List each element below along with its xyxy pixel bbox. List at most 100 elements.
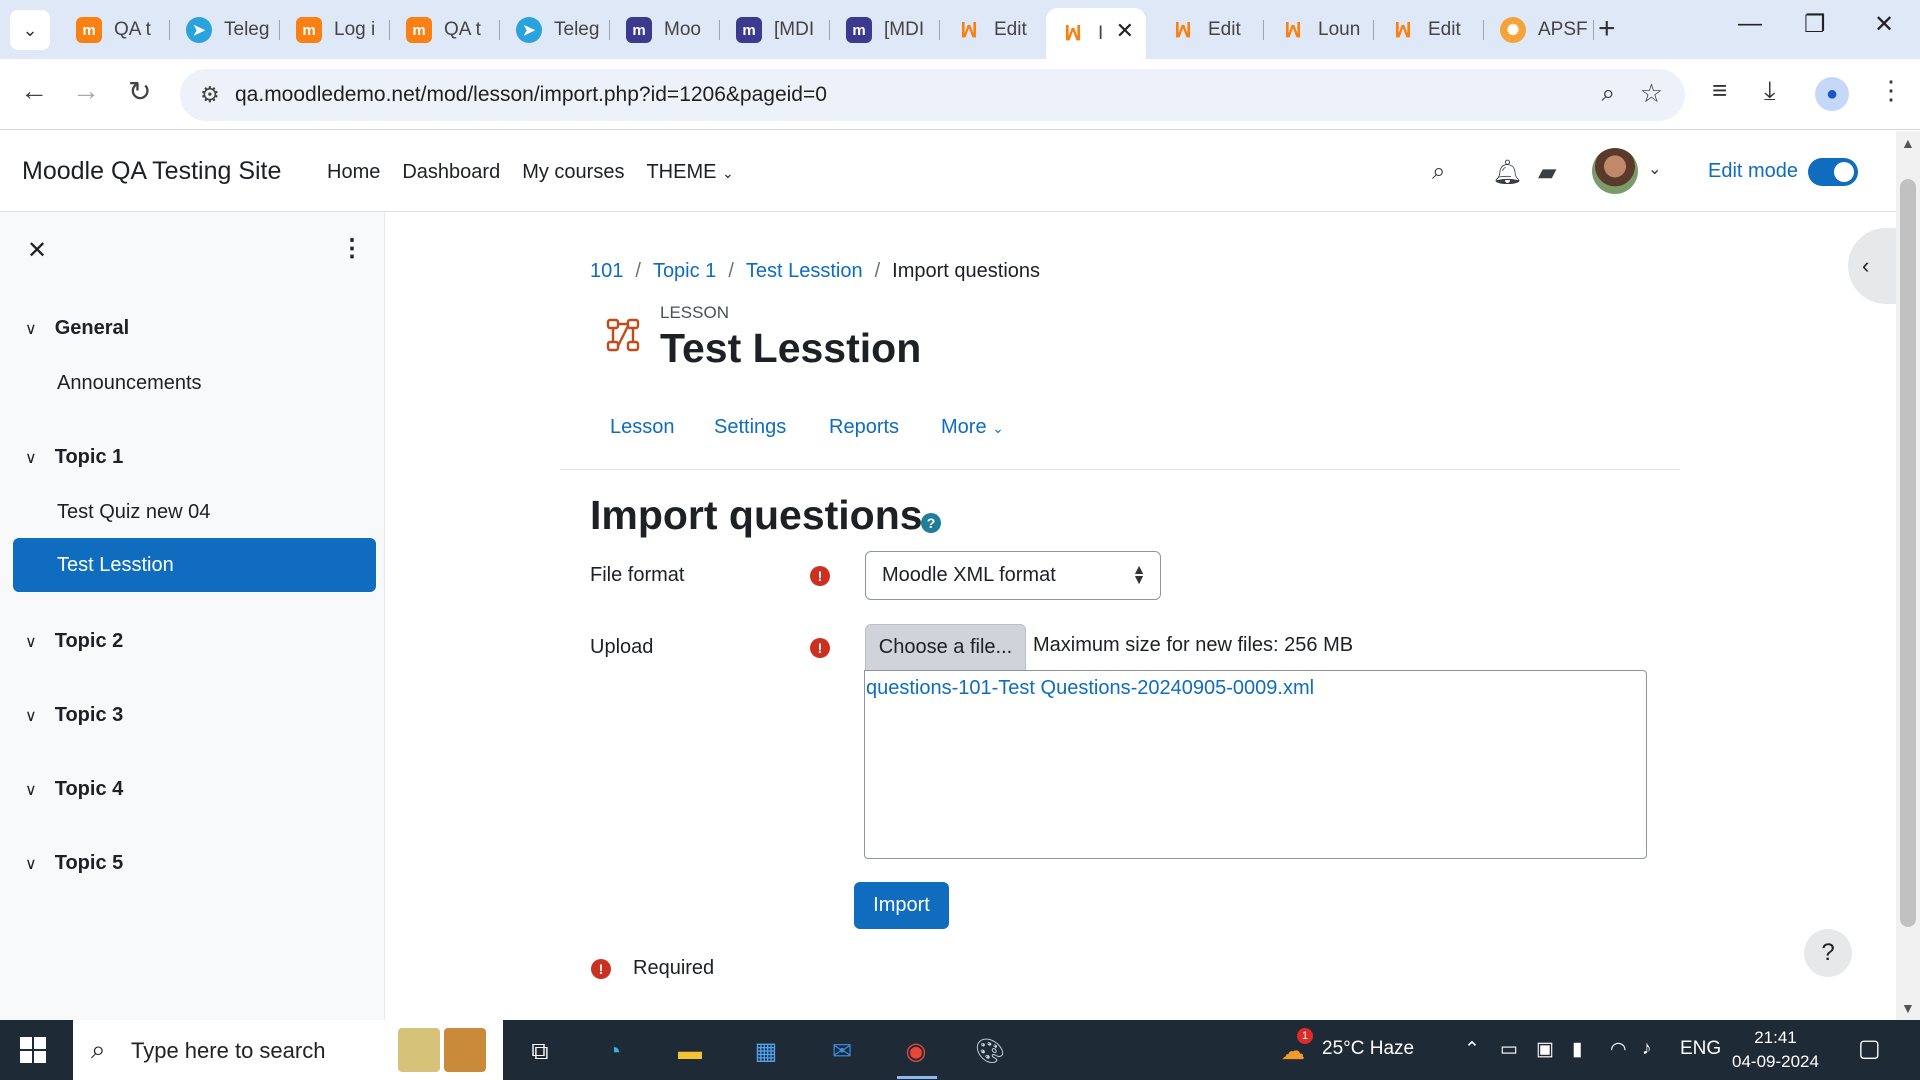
battery-icon[interactable]: ▮ <box>1572 1038 1582 1061</box>
restore-icon[interactable]: ❐ <box>1804 10 1826 39</box>
kebab-menu-icon[interactable]: ⋮ <box>340 234 364 263</box>
tab-reports[interactable]: Reports <box>829 416 899 439</box>
notifications-icon[interactable]: ▢ <box>1858 1034 1881 1063</box>
file-format-select[interactable]: Moodle XML format ▲ ▼ <box>865 551 1161 600</box>
window-close-icon[interactable]: ✕ <box>1874 10 1894 39</box>
browser-tab[interactable]: ꟽ Edit <box>1156 8 1264 52</box>
media-control-icon[interactable]: ≡ <box>1712 75 1727 106</box>
edge-browser-icon[interactable]: ◔ <box>596 1034 632 1070</box>
user-avatar[interactable] <box>1592 148 1638 194</box>
section-topic-3[interactable]: ∨ Topic 3 <box>25 704 123 727</box>
taskbar-search-box[interactable]: ⌕ Type here to search <box>73 1020 503 1080</box>
search-icon: ⌕ <box>91 1034 106 1064</box>
browser-menu-icon[interactable]: ⋮ <box>1878 75 1904 106</box>
forward-arrow-icon[interactable]: → <box>72 75 100 107</box>
new-tab-button[interactable]: + <box>1598 12 1616 46</box>
back-arrow-icon[interactable]: ← <box>20 75 48 107</box>
chevron-down-icon[interactable]: ∨ <box>25 706 37 726</box>
browser-tab[interactable]: m Log i <box>282 8 390 52</box>
help-icon[interactable]: ? <box>921 513 941 533</box>
chrome-icon[interactable]: ◉ <box>898 1034 934 1070</box>
browser-tab[interactable]: ➤ Teleg <box>172 8 280 52</box>
browser-tab[interactable]: m [MDI <box>832 8 940 52</box>
reload-icon[interactable]: ↻ <box>128 75 151 108</box>
chevron-down-icon[interactable]: ∨ <box>25 319 37 339</box>
site-settings-icon[interactable]: ⚙ <box>200 82 220 108</box>
import-button[interactable]: Import <box>854 882 949 929</box>
choose-file-button[interactable]: Choose a file... <box>865 624 1026 671</box>
wifi-icon[interactable]: ◠ <box>1610 1038 1627 1061</box>
volume-icon[interactable]: ♪ <box>1642 1038 1652 1060</box>
breadcrumb-current: Import questions <box>892 260 1041 282</box>
browser-tab[interactable]: m [MDI <box>722 8 830 52</box>
course-index-item-announcements[interactable]: Announcements <box>57 372 202 395</box>
chevron-down-icon[interactable]: ∨ <box>25 448 37 468</box>
minimize-icon[interactable]: — <box>1738 10 1762 38</box>
section-topic-5[interactable]: ∨ Topic 5 <box>25 852 123 875</box>
system-clock[interactable]: 21:41 04-09-2024 <box>1732 1026 1819 1074</box>
chevron-down-icon[interactable]: ∨ <box>25 632 37 652</box>
search-icon[interactable]: ⌕ <box>1432 158 1445 186</box>
browser-tab[interactable]: ꟽ Edit <box>1376 8 1484 52</box>
edit-mode-toggle[interactable] <box>1808 158 1858 186</box>
weather-text[interactable]: 25°C Haze <box>1322 1038 1414 1060</box>
chevron-down-icon[interactable]: ∨ <box>25 780 37 800</box>
chevron-down-icon[interactable]: ∨ <box>25 854 37 874</box>
scrollbar-thumb[interactable] <box>1900 179 1916 927</box>
mail-icon[interactable]: ✉ <box>824 1034 860 1070</box>
security-icon[interactable]: ▣ <box>1536 1038 1554 1061</box>
section-topic-4[interactable]: ∨ Topic 4 <box>25 778 123 801</box>
tab-search-button[interactable]: ⌄ <box>10 10 50 50</box>
file-drop-area[interactable]: questions-101-Test Questions-20240905-00… <box>864 670 1647 859</box>
uploaded-file-link[interactable]: questions-101-Test Questions-20240905-00… <box>866 677 1314 700</box>
site-name[interactable]: Moodle QA Testing Site <box>22 157 281 186</box>
browser-tab-active[interactable]: ꟽ I ✕ <box>1046 8 1146 59</box>
browser-tab[interactable]: m QA t <box>62 8 170 52</box>
chevron-down-icon[interactable]: ⌄ <box>1648 159 1661 179</box>
browser-tab[interactable]: m QA t <box>392 8 500 52</box>
help-floating-button[interactable]: ? <box>1804 929 1852 977</box>
course-index-item-quiz[interactable]: Test Quiz new 04 <box>57 501 210 524</box>
download-icon[interactable]: ⤓ <box>1764 75 1776 107</box>
address-url[interactable]: qa.moodledemo.net/mod/lesson/import.php?… <box>235 83 827 107</box>
browser-tab[interactable]: ✺ APSF <box>1486 8 1594 52</box>
nav-home[interactable]: Home <box>327 161 380 184</box>
show-hidden-icons-icon[interactable]: ⌃ <box>1464 1038 1480 1061</box>
file-explorer-icon[interactable]: ▬ <box>672 1034 708 1070</box>
breadcrumb-course[interactable]: 101 <box>590 260 623 283</box>
page-scrollbar[interactable]: ▲ ▼ <box>1896 131 1920 1020</box>
browser-tab[interactable]: m Moo <box>612 8 720 52</box>
breadcrumb-activity[interactable]: Test Lesstion <box>746 260 863 283</box>
zoom-icon[interactable]: ⌕ <box>1602 80 1615 108</box>
meet-now-icon[interactable]: ▭ <box>1500 1038 1518 1061</box>
open-block-drawer-button[interactable]: ‹ <box>1848 228 1896 304</box>
task-view-icon[interactable]: ⧉ <box>522 1034 558 1070</box>
address-bar[interactable]: ⚙ qa.moodledemo.net/mod/lesson/import.ph… <box>180 69 1685 121</box>
paint-icon[interactable]: 🎨︎ <box>972 1034 1008 1070</box>
input-language[interactable]: ENG <box>1680 1038 1721 1060</box>
messages-icon[interactable]: ▰ <box>1538 158 1556 187</box>
tab-lesson[interactable]: Lesson <box>610 416 675 439</box>
microsoft-store-icon[interactable]: ▦ <box>748 1034 784 1070</box>
tab-more[interactable]: More ⌄ <box>941 416 1004 439</box>
nav-dashboard[interactable]: Dashboard <box>402 161 500 184</box>
browser-profile-icon[interactable]: ● <box>1815 77 1849 111</box>
close-drawer-icon[interactable]: ✕ <box>27 236 47 265</box>
tab-settings[interactable]: Settings <box>714 416 786 439</box>
section-topic-1[interactable]: ∨ Topic 1 <box>25 446 123 469</box>
section-topic-2[interactable]: ∨ Topic 2 <box>25 630 123 653</box>
notification-bell-icon[interactable]: 🔔︎ <box>1492 158 1522 187</box>
browser-tab[interactable]: ꟽ Loun <box>1266 8 1374 52</box>
browser-tab[interactable]: ➤ Teleg <box>502 8 610 52</box>
course-index-item-active[interactable]: Test Lesstion <box>13 538 376 592</box>
nav-my-courses[interactable]: My courses <box>522 161 624 184</box>
section-general[interactable]: ∨ General <box>25 317 129 340</box>
scroll-down-icon[interactable]: ▼ <box>1901 1000 1915 1016</box>
nav-theme[interactable]: THEME ⌄ <box>646 161 733 184</box>
bookmark-star-icon[interactable]: ☆ <box>1640 78 1663 109</box>
close-icon[interactable]: ✕ <box>1116 18 1134 44</box>
breadcrumb-section[interactable]: Topic 1 <box>653 260 716 283</box>
windows-start-icon[interactable] <box>20 1037 46 1063</box>
scroll-up-icon[interactable]: ▲ <box>1901 135 1915 151</box>
browser-tab[interactable]: ꟽ Edit <box>942 8 1050 52</box>
